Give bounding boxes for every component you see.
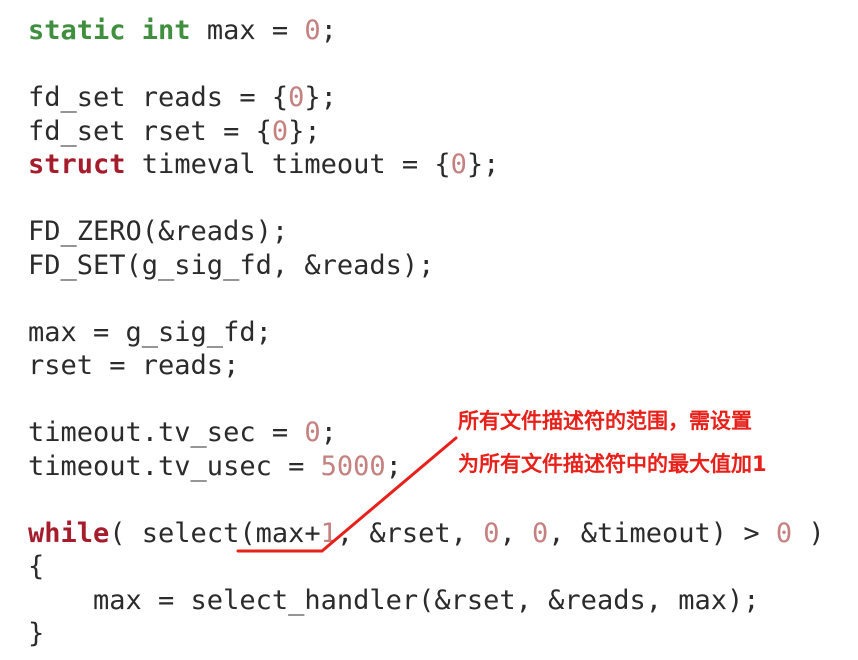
code-text: }; — [466, 149, 500, 180]
code-text: fd_set reads = { — [28, 82, 289, 113]
annotation-line-2: 为所有文件描述符中的最大值加1 — [458, 452, 767, 476]
number-literal: 0 — [304, 15, 321, 46]
code-text: }; — [288, 115, 321, 147]
code-line: max = g_sig_fd; — [28, 316, 825, 350]
code-text: , &timeout) > — [548, 517, 776, 549]
code-line: static int max = 0; — [28, 14, 825, 48]
code-text: FD_ZERO(&reads); — [28, 216, 289, 247]
code-text: fd_set rset = { — [28, 115, 272, 147]
highlighted-expression: max+ — [255, 517, 321, 549]
number-literal: 0 — [304, 417, 321, 448]
code-text: ; — [320, 15, 337, 46]
code-text: timeout.tv_sec = — [28, 417, 305, 448]
code-text: FD_SET(g_sig_fd, &reads); — [28, 249, 435, 281]
code-line: } — [28, 617, 825, 651]
code-text: }; — [304, 82, 337, 113]
number-literal: 0 — [531, 517, 549, 549]
code-text: } — [28, 618, 45, 649]
number-literal: 1 — [320, 517, 337, 549]
annotation-line-1: 所有文件描述符的范围，需设置 — [458, 409, 752, 433]
code-line: max = select_handler(&rset, &reads, max)… — [28, 584, 825, 618]
code-text: timeval timeout = { — [125, 149, 451, 180]
code-line: struct timeval timeout = {0}; — [28, 148, 825, 182]
keyword: static int — [28, 15, 191, 46]
number-literal: 0 — [450, 149, 467, 180]
code-text: ) — [792, 517, 825, 549]
code-line: fd_set reads = {0}; — [28, 81, 825, 115]
number-literal: 0 — [288, 82, 305, 113]
code-line: fd_set rset = {0}; — [28, 115, 825, 149]
code-text: ; — [320, 417, 337, 448]
code-text: { — [28, 551, 45, 582]
code-text: max = — [190, 15, 305, 46]
keyword: while — [28, 517, 110, 549]
code-line: FD_SET(g_sig_fd, &reads); — [28, 249, 825, 283]
code-line: { — [28, 550, 825, 584]
code-text: ( select( — [109, 517, 256, 549]
code-block: static int max = 0; fd_set reads = {0}; f… — [28, 14, 825, 651]
code-text: max = select_handler(&rset, &reads, max)… — [28, 584, 760, 616]
code-text: max = g_sig_fd; — [28, 316, 272, 348]
number-literal: 0 — [775, 517, 793, 549]
keyword: struct — [28, 149, 126, 180]
code-text: timeout.tv_usec = — [28, 450, 321, 482]
code-line: while( select(max+1, &rset, 0, 0, &timeo… — [28, 517, 825, 551]
code-text: rset = reads; — [28, 350, 240, 381]
number-literal: 0 — [271, 115, 289, 147]
number-literal: 0 — [483, 517, 500, 549]
code-line: rset = reads; — [28, 349, 825, 383]
number-literal: 5000 — [320, 450, 386, 482]
code-text: ; — [385, 450, 402, 482]
code-line: FD_ZERO(&reads); — [28, 215, 825, 249]
code-text: , — [499, 517, 532, 549]
code-text: , &rset, — [336, 517, 484, 549]
